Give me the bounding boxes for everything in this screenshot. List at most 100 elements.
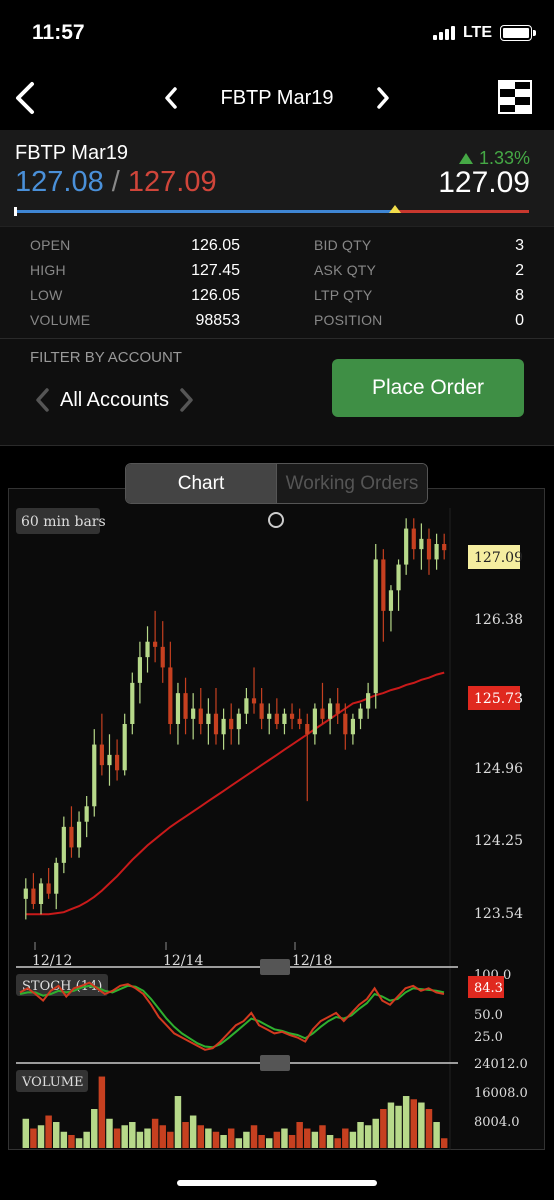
chevron-left-icon[interactable] bbox=[34, 387, 50, 413]
next-instrument-button[interactable] bbox=[372, 83, 394, 113]
volume-bar bbox=[334, 1138, 341, 1148]
network-label: LTE bbox=[462, 24, 492, 41]
stat-label-volume: VOLUME bbox=[30, 312, 91, 328]
candle-body bbox=[206, 713, 211, 724]
account-filter-panel: FILTER BY ACCOUNT All Accounts Place Ord… bbox=[0, 338, 554, 446]
volume-bar bbox=[387, 1102, 395, 1148]
volume-bar bbox=[227, 1128, 235, 1148]
volume-bar bbox=[121, 1125, 128, 1148]
volume-bar bbox=[364, 1125, 372, 1148]
candle-body bbox=[358, 708, 363, 719]
candle-body bbox=[137, 657, 143, 683]
tab-chart[interactable]: Chart bbox=[126, 464, 276, 503]
stat-label-low: LOW bbox=[30, 287, 63, 303]
candle-body bbox=[76, 821, 82, 848]
volume-bar bbox=[75, 1138, 83, 1148]
volume-bar bbox=[45, 1115, 52, 1148]
stat-value-bid-qty: 3 bbox=[515, 237, 524, 254]
volume-bar bbox=[402, 1096, 410, 1148]
bid-ask-separator: / bbox=[111, 166, 120, 198]
volume-bar bbox=[250, 1125, 258, 1148]
volume-bar bbox=[151, 1118, 159, 1148]
account-value: All Accounts bbox=[60, 388, 169, 411]
candle-body bbox=[366, 693, 371, 709]
volume-bar bbox=[106, 1118, 113, 1148]
layout-grid-button[interactable] bbox=[498, 80, 532, 114]
price-chart[interactable]: 60 min bars 126.38 124.96 124.25 123.54 127.0… bbox=[8, 488, 545, 1150]
volume-bar bbox=[281, 1128, 288, 1148]
volume-bar bbox=[433, 1122, 440, 1148]
volume-bar bbox=[136, 1131, 144, 1148]
previous-instrument-button[interactable] bbox=[160, 83, 182, 113]
volume-bar bbox=[220, 1135, 227, 1148]
volume-bar bbox=[243, 1131, 250, 1148]
volume-bar bbox=[440, 1138, 448, 1148]
candle-body bbox=[69, 826, 74, 848]
volume-bar bbox=[319, 1125, 326, 1148]
stat-value-low: 126.05 bbox=[191, 287, 240, 304]
volume-bar bbox=[167, 1131, 174, 1148]
candle-body bbox=[305, 724, 310, 735]
volume-bar bbox=[395, 1105, 402, 1148]
volume-bar bbox=[60, 1131, 68, 1148]
range-ask-side bbox=[395, 210, 529, 213]
candle-body bbox=[236, 713, 241, 730]
account-selector[interactable]: All Accounts bbox=[34, 387, 195, 413]
candle-body bbox=[350, 718, 356, 735]
candle-body bbox=[107, 754, 112, 766]
volume-bar bbox=[37, 1125, 45, 1148]
status-bar: 11:57 LTE bbox=[0, 0, 554, 70]
volume-bar bbox=[30, 1128, 37, 1148]
volume-bar bbox=[311, 1131, 319, 1148]
stat-value-position: 0 bbox=[515, 312, 524, 329]
tab-working-orders[interactable]: Working Orders bbox=[276, 464, 427, 503]
candle-body bbox=[168, 667, 173, 724]
price-axis-label: 123.54 bbox=[474, 906, 523, 922]
candle-body bbox=[434, 544, 439, 560]
chevron-right-icon[interactable] bbox=[179, 387, 195, 413]
candle-body bbox=[411, 528, 416, 550]
quote-header: FBTP Mar19 127.08 / 127.09 1.33% 127.09 bbox=[0, 130, 554, 226]
chart-panel: 60 min bars 126.38 124.96 124.25 123.54 127.0… bbox=[8, 488, 545, 1150]
candle-body bbox=[282, 713, 287, 724]
volume-bar bbox=[410, 1099, 418, 1148]
candle-body bbox=[122, 724, 127, 771]
back-button[interactable] bbox=[10, 78, 40, 118]
stat-label-high: HIGH bbox=[30, 262, 66, 278]
range-start-tick bbox=[14, 207, 17, 216]
volume-bar bbox=[182, 1122, 189, 1148]
volume-bar bbox=[212, 1131, 220, 1148]
chevron-left-icon bbox=[165, 87, 177, 109]
candle-body bbox=[426, 538, 432, 560]
chart-frame bbox=[8, 488, 545, 1150]
candle-body bbox=[267, 713, 272, 719]
last-price-tag: 127.09 bbox=[474, 550, 523, 566]
candle-body bbox=[183, 693, 188, 719]
volume-bar bbox=[174, 1096, 182, 1148]
candle-body bbox=[373, 559, 378, 694]
last-price: 127.09 bbox=[438, 166, 530, 199]
volume-bar bbox=[22, 1118, 30, 1148]
place-order-button[interactable]: Place Order bbox=[332, 359, 524, 417]
candle-body bbox=[23, 888, 28, 899]
candle-body bbox=[244, 698, 249, 714]
volume-bar bbox=[273, 1131, 281, 1148]
signal-icon bbox=[432, 26, 455, 40]
stoch-axis-label: 25.0 bbox=[474, 1030, 503, 1045]
volume-bar bbox=[52, 1122, 60, 1148]
range-marker-icon bbox=[389, 205, 402, 213]
candle-body bbox=[388, 590, 394, 611]
candle-body bbox=[198, 708, 203, 724]
volume-bar bbox=[113, 1128, 121, 1148]
stoch-value-tag: 84.3 bbox=[474, 981, 503, 996]
stat-label-position: POSITION bbox=[314, 312, 383, 328]
instrument-name: FBTP Mar19 bbox=[15, 142, 128, 164]
volume-bar bbox=[197, 1125, 205, 1148]
interval-label: 60 min bars bbox=[21, 514, 106, 530]
candle-body bbox=[130, 682, 135, 724]
candle-body bbox=[335, 703, 340, 714]
day-range-bar bbox=[14, 205, 529, 216]
home-indicator[interactable] bbox=[177, 1180, 377, 1186]
grid-icon bbox=[498, 80, 532, 114]
volume-bar bbox=[425, 1109, 433, 1148]
